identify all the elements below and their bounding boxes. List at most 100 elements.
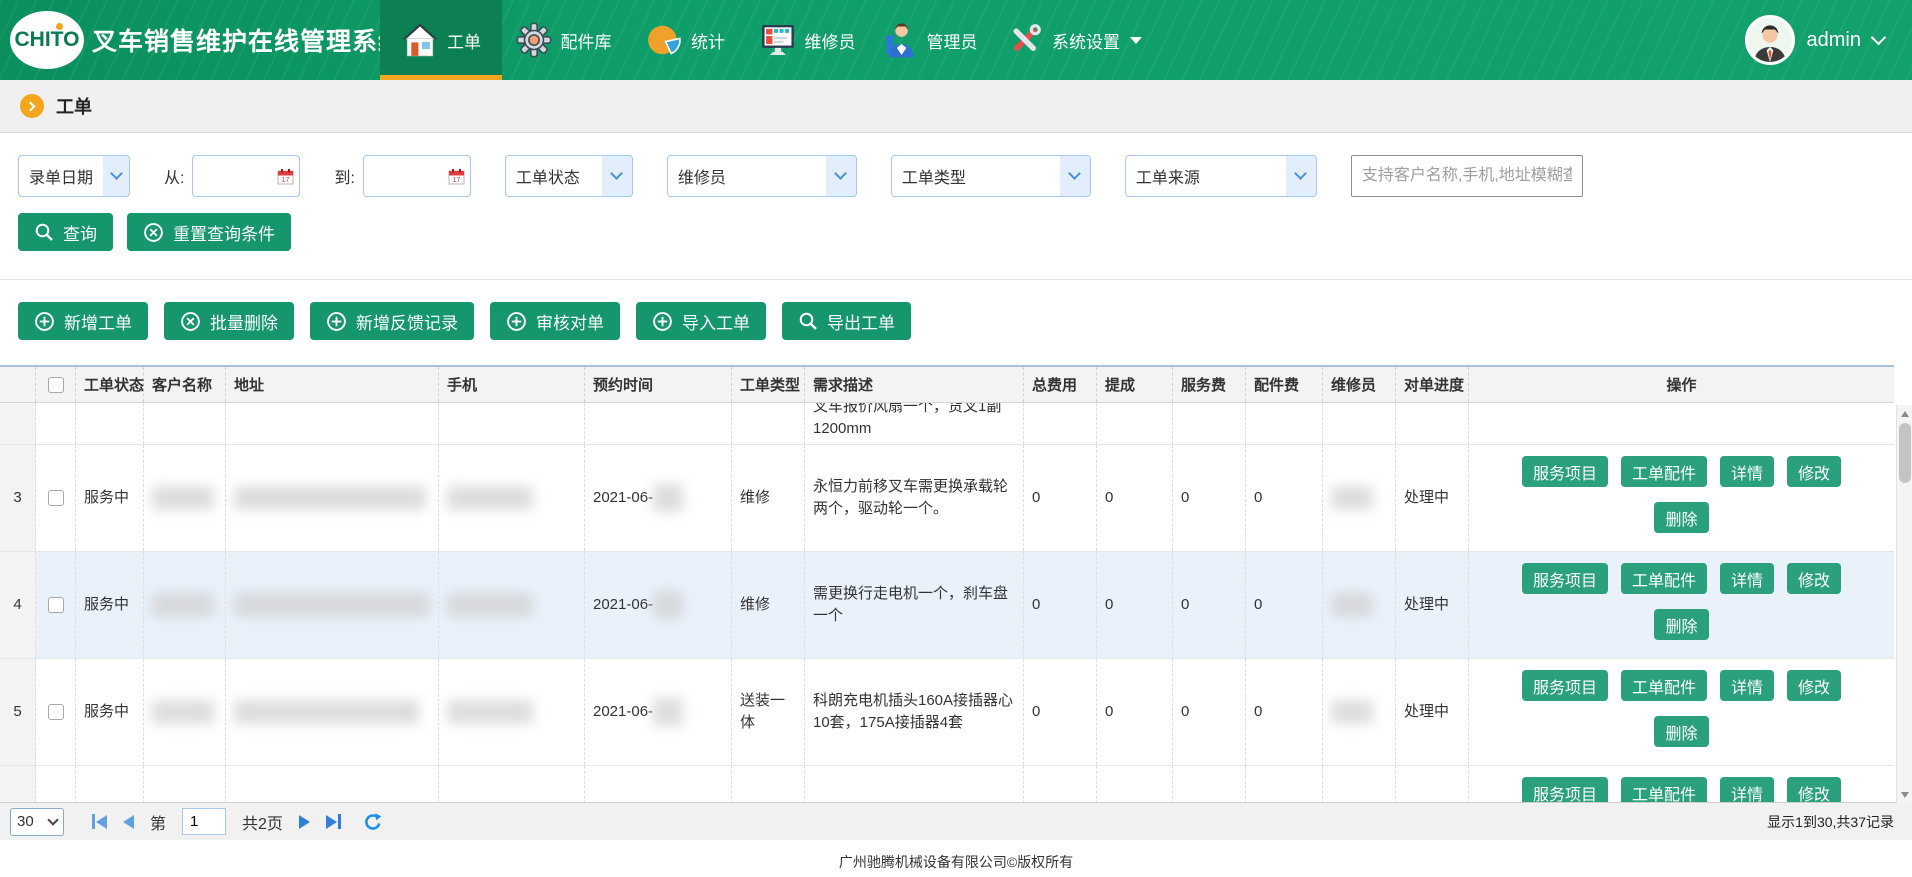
chevron-down-icon	[602, 156, 632, 196]
header-progress[interactable]: 对单进度	[1396, 367, 1469, 402]
search-input[interactable]	[1351, 155, 1583, 197]
redacted-blur	[447, 593, 533, 617]
last-page-button[interactable]	[326, 814, 341, 829]
order-status-select[interactable]: 工单状态	[505, 155, 633, 197]
edit-button[interactable]: 修改	[1787, 670, 1841, 701]
header-technician[interactable]: 维修员	[1323, 367, 1396, 402]
reset-query-button[interactable]: 重置查询条件	[127, 213, 291, 251]
tab-label: 工单	[447, 28, 481, 53]
scroll-up-arrow-icon[interactable]	[1897, 407, 1912, 421]
tab-statistics[interactable]: 统计	[624, 0, 746, 80]
tab-parts[interactable]: 配件库	[502, 0, 624, 80]
scrollbar-thumb[interactable]	[1899, 423, 1911, 483]
order-source-select[interactable]: 工单来源	[1125, 155, 1317, 197]
page: CHITO 叉车销售维护在线管理系统 工单	[0, 0, 1912, 877]
to-label: 到:	[334, 164, 354, 188]
audit-order-button[interactable]: 审核对单	[490, 302, 620, 340]
table-row-partial-bottom[interactable]: 服务项目 工单配件 详情 修改	[0, 766, 1894, 802]
row-checkbox[interactable]	[48, 597, 64, 613]
table-row[interactable]: 3 服务中 2021-06- 维修 永恒力前移叉车需更换承载轮两个，驱动轮一个。…	[0, 445, 1894, 552]
date-type-select[interactable]: 录单日期	[18, 155, 130, 197]
edit-button[interactable]: 修改	[1787, 456, 1841, 487]
table-row[interactable]: 4 服务中 2021-06- 维修 需更换行走电机一个，刹车盘一个 0 0 0 …	[0, 552, 1894, 659]
add-feedback-button[interactable]: 新增反馈记录	[310, 302, 474, 340]
delete-button[interactable]: 删除	[1654, 716, 1708, 747]
toolbar: 新增工单 批量删除 新增反馈记录 审核对单	[0, 280, 1912, 340]
demand-desc-cell: 叉车报价风扇一个，货叉1副 1200mm	[805, 403, 1024, 444]
service-items-button[interactable]: 服务项目	[1522, 563, 1608, 594]
row-checkbox[interactable]	[48, 490, 64, 506]
date-from-input[interactable]	[193, 156, 271, 196]
first-page-button[interactable]	[92, 814, 107, 829]
details-button[interactable]: 详情	[1720, 456, 1774, 487]
header-customer-name[interactable]: 客户名称	[144, 367, 226, 402]
tab-technicians[interactable]: 维修员	[746, 0, 868, 80]
header-phone[interactable]: 手机	[439, 367, 585, 402]
technician-select[interactable]: 维修员	[667, 155, 857, 197]
import-order-button[interactable]: 导入工单	[636, 302, 766, 340]
vertical-scrollbar[interactable]	[1896, 405, 1912, 804]
parts-fee-cell: 0	[1246, 659, 1323, 765]
delete-button[interactable]: 删除	[1654, 609, 1708, 640]
header-commission[interactable]: 提成	[1097, 367, 1173, 402]
scroll-down-arrow-icon[interactable]	[1897, 788, 1912, 802]
page-size-select[interactable]: 30	[10, 808, 64, 836]
service-items-button[interactable]: 服务项目	[1522, 456, 1608, 487]
header-select-all[interactable]	[36, 367, 76, 402]
table-row-partial-top[interactable]: 叉车报价风扇一个，货叉1副 1200mm	[0, 403, 1894, 445]
redacted-blur	[234, 700, 419, 724]
technician-cell	[1323, 445, 1396, 551]
next-page-button[interactable]	[299, 815, 310, 829]
order-parts-button[interactable]: 工单配件	[1621, 777, 1707, 802]
chevron-down-icon	[47, 814, 58, 825]
address-cell	[226, 659, 439, 765]
details-button[interactable]: 详情	[1720, 670, 1774, 701]
order-parts-button[interactable]: 工单配件	[1621, 670, 1707, 701]
header-demand-desc[interactable]: 需求描述	[805, 367, 1024, 402]
total-pages-label: 共2页	[242, 810, 283, 834]
redacted-blur	[447, 700, 533, 724]
tab-system-settings[interactable]: 系统设置	[990, 0, 1158, 80]
query-button[interactable]: 查询	[18, 213, 113, 251]
row-checkbox[interactable]	[48, 704, 64, 720]
user-menu[interactable]: admin	[1745, 0, 1884, 80]
parts-fee-cell: 0	[1246, 445, 1323, 551]
customer-name-cell	[144, 552, 226, 658]
order-parts-button[interactable]: 工单配件	[1621, 563, 1707, 594]
refresh-button[interactable]	[363, 812, 383, 832]
service-items-button[interactable]: 服务项目	[1522, 777, 1608, 802]
tab-administrators[interactable]: 管理员	[868, 0, 990, 80]
service-items-button[interactable]: 服务项目	[1522, 670, 1608, 701]
calendar-icon[interactable]: 17	[277, 168, 294, 190]
batch-delete-button[interactable]: 批量删除	[164, 302, 294, 340]
add-order-button[interactable]: 新增工单	[18, 302, 148, 340]
table-row[interactable]: 5 服务中 2021-06- 送装一体 科朗充电机插头160A接插器心10套，1…	[0, 659, 1894, 766]
refresh-icon	[363, 812, 383, 832]
page-number-input[interactable]	[182, 808, 226, 835]
tab-work-orders[interactable]: 工单	[380, 0, 502, 80]
date-to-input[interactable]	[364, 156, 442, 196]
header-address[interactable]: 地址	[226, 367, 439, 402]
chevron-down-icon	[1871, 29, 1887, 45]
details-button[interactable]: 详情	[1720, 563, 1774, 594]
export-order-button[interactable]: 导出工单	[782, 302, 911, 340]
edit-button[interactable]: 修改	[1787, 777, 1841, 802]
delete-button[interactable]: 删除	[1654, 502, 1708, 533]
order-type-select[interactable]: 工单类型	[891, 155, 1091, 197]
select-all-checkbox[interactable]	[48, 377, 64, 393]
progress-cell: 处理中	[1396, 552, 1469, 658]
prev-page-button[interactable]	[123, 815, 134, 829]
details-button[interactable]: 详情	[1720, 777, 1774, 802]
header-appointment-time[interactable]: 预约时间	[585, 367, 732, 402]
calendar-icon[interactable]: 17	[448, 168, 465, 190]
actions-cell: 服务项目 工单配件 详情 修改 删除	[1469, 659, 1894, 765]
header-order-status[interactable]: 工单状态	[76, 367, 144, 402]
header-service-fee[interactable]: 服务费	[1173, 367, 1246, 402]
header-parts-fee[interactable]: 配件费	[1246, 367, 1323, 402]
order-parts-button[interactable]: 工单配件	[1621, 456, 1707, 487]
header-order-type[interactable]: 工单类型	[732, 367, 805, 402]
edit-button[interactable]: 修改	[1787, 563, 1841, 594]
header-total-fee[interactable]: 总费用	[1024, 367, 1097, 402]
total-fee-cell: 0	[1024, 552, 1097, 658]
progress-cell: 处理中	[1396, 445, 1469, 551]
